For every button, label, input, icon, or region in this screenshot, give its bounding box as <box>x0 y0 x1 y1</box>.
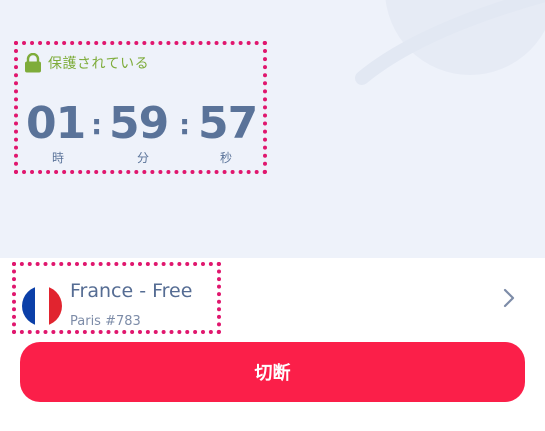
timer-seconds: 57 <box>198 98 258 149</box>
flag-stripe-blue <box>22 286 36 326</box>
server-selector[interactable]: France - Free Paris #783 <box>0 258 545 338</box>
server-info[interactable]: France - Free Paris #783 <box>12 262 221 334</box>
flag-stripe-white <box>35 286 49 326</box>
lock-icon <box>25 53 41 73</box>
server-location: Paris #783 <box>70 314 141 329</box>
connection-status-panel: 保護されている 01 : 59 : 57 時 分 秒 <box>0 0 545 258</box>
minutes-unit-label: 分 <box>136 151 149 165</box>
protection-status: 保護されている <box>24 53 149 73</box>
timer-separator: : <box>179 108 191 141</box>
chevron-right-icon[interactable] <box>499 287 519 309</box>
hours-unit-label: 時 <box>51 151 64 165</box>
timer-hours: 01 <box>26 98 86 149</box>
france-flag-icon <box>22 286 62 326</box>
seconds-unit-label: 秒 <box>219 151 232 165</box>
flag-stripe-red <box>48 286 62 326</box>
session-timer: 保護されている 01 : 59 : 57 時 分 秒 <box>14 41 267 174</box>
timer-minutes: 59 <box>109 98 169 149</box>
server-name: France - Free <box>70 280 193 302</box>
disconnect-button[interactable]: 切断 <box>20 342 525 402</box>
timer-separator: : <box>91 108 103 141</box>
protection-status-label: 保護されている <box>48 56 150 72</box>
